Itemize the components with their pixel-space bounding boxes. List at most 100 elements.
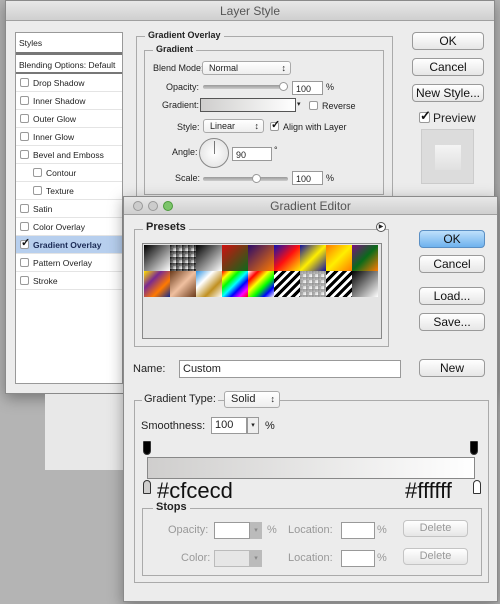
color-location-input[interactable] — [341, 550, 375, 567]
style-checkbox[interactable] — [20, 114, 29, 123]
gradient-swatch[interactable] — [200, 98, 296, 112]
style-item-label: Drop Shadow — [33, 78, 85, 88]
style-checkbox[interactable] — [20, 276, 29, 285]
cancel-button[interactable]: Cancel — [412, 58, 484, 76]
presets-grid — [142, 243, 382, 339]
stop-color-swatch[interactable] — [214, 550, 250, 567]
opacity-stop-right[interactable] — [470, 441, 478, 455]
name-input[interactable]: Custom — [179, 360, 401, 378]
ok-button[interactable]: OK — [419, 230, 485, 248]
delete-opacity-stop-button[interactable]: Delete — [403, 520, 468, 537]
stops-label: Stops — [153, 501, 190, 513]
angle-dial[interactable] — [199, 138, 229, 168]
preset-swatch[interactable] — [222, 271, 248, 297]
color-stop-left[interactable] — [143, 480, 151, 494]
preset-swatch[interactable] — [196, 245, 222, 271]
opacity-slider-knob[interactable] — [279, 82, 288, 91]
style-select[interactable]: Linear — [203, 119, 264, 133]
preset-swatch[interactable] — [248, 245, 274, 271]
preset-swatch[interactable] — [352, 271, 378, 297]
style-checkbox[interactable] — [20, 132, 29, 141]
stops-group: Stops — [142, 501, 482, 576]
style-item-color-overlay[interactable]: Color Overlay — [16, 218, 122, 236]
opacity-input[interactable]: 100 — [292, 81, 323, 95]
gradient-dropdown-icon[interactable]: ▾ — [297, 100, 301, 108]
style-checkbox[interactable] — [20, 150, 29, 159]
preset-swatch[interactable] — [300, 271, 326, 297]
new-style-button[interactable]: New Style... — [412, 84, 484, 102]
style-item-label: Stroke — [33, 276, 58, 286]
style-item-gradient-overlay[interactable]: ✓ Gradient Overlay — [16, 236, 122, 254]
style-item-pattern-overlay[interactable]: Pattern Overlay — [16, 254, 122, 272]
stop-opacity-input[interactable] — [214, 522, 250, 539]
reverse-checkbox[interactable] — [309, 101, 318, 110]
smoothness-dropdown-icon[interactable]: ▾ — [247, 417, 259, 434]
name-label: Name: — [133, 363, 166, 375]
delete-color-stop-button[interactable]: Delete — [403, 548, 468, 565]
style-checkbox[interactable] — [33, 186, 42, 195]
scale-slider[interactable] — [203, 174, 288, 183]
zoom-window-button[interactable] — [163, 201, 173, 211]
style-checkbox[interactable] — [20, 78, 29, 87]
stop-opacity-dropdown-icon[interactable]: ▾ — [250, 522, 262, 539]
style-item-outer-glow[interactable]: Outer Glow — [16, 110, 122, 128]
color-stop-right[interactable] — [473, 480, 481, 494]
preset-swatch[interactable] — [248, 271, 274, 297]
style-item-inner-shadow[interactable]: Inner Shadow — [16, 92, 122, 110]
preset-swatch[interactable] — [300, 245, 326, 271]
style-item-stroke[interactable]: Stroke — [16, 272, 122, 290]
checkmark-icon: ✓ — [420, 108, 431, 123]
preset-swatch[interactable] — [326, 245, 352, 271]
smoothness-input[interactable]: 100 — [211, 417, 247, 434]
opacity-location-input[interactable] — [341, 522, 375, 539]
style-checkbox[interactable] — [20, 258, 29, 267]
styles-header[interactable]: Styles — [16, 33, 122, 55]
gradient-label: Gradient: — [162, 100, 200, 110]
preset-swatch[interactable] — [222, 245, 248, 271]
style-item-bevel-and-emboss[interactable]: Bevel and Emboss — [16, 146, 122, 164]
scale-input[interactable]: 100 — [292, 171, 323, 185]
cancel-button[interactable]: Cancel — [419, 255, 485, 273]
opacity-stop-left[interactable] — [143, 441, 151, 455]
style-item-inner-glow[interactable]: Inner Glow — [16, 128, 122, 146]
style-item-texture[interactable]: Texture — [16, 182, 122, 200]
new-button[interactable]: New — [419, 359, 485, 377]
opacity-slider[interactable] — [203, 82, 288, 91]
load-button[interactable]: Load... — [419, 287, 485, 305]
style-checkbox[interactable]: ✓ — [20, 238, 30, 249]
style-checkbox[interactable] — [33, 168, 42, 177]
style-item-drop-shadow[interactable]: Drop Shadow — [16, 74, 122, 92]
style-item-satin[interactable]: Satin — [16, 200, 122, 218]
style-checkbox[interactable] — [20, 222, 29, 231]
blend-mode-select[interactable]: Normal — [202, 61, 291, 75]
preset-swatch[interactable] — [352, 245, 378, 271]
angle-input[interactable]: 90 — [232, 147, 272, 161]
preset-swatch[interactable] — [196, 271, 222, 297]
background-panel — [45, 394, 125, 470]
preset-swatch[interactable] — [170, 271, 196, 297]
presets-menu-icon[interactable]: ▶ — [376, 222, 386, 232]
stop-color-dropdown-icon[interactable]: ▾ — [250, 550, 262, 567]
gradient-type-select[interactable]: Solid — [224, 391, 280, 408]
close-window-button[interactable] — [133, 201, 143, 211]
align-checkbox[interactable]: ✓ — [270, 119, 281, 131]
preset-swatch[interactable] — [274, 271, 300, 297]
stop-color-label: Color: — [181, 552, 211, 564]
blending-options-item[interactable]: Blending Options: Default — [16, 56, 122, 74]
style-checkbox[interactable] — [20, 96, 29, 105]
preset-swatch[interactable] — [170, 245, 196, 271]
style-checkbox[interactable] — [20, 204, 29, 213]
preset-swatch[interactable] — [274, 245, 300, 271]
checkmark-icon: ✓ — [271, 119, 281, 131]
preview-checkbox[interactable]: ✓ — [419, 108, 431, 123]
style-item-contour[interactable]: Contour — [16, 164, 122, 182]
preset-swatch[interactable] — [144, 271, 170, 297]
save-button[interactable]: Save... — [419, 313, 485, 331]
style-label: Style: — [177, 122, 200, 132]
smoothness-label: Smoothness: — [141, 420, 206, 432]
preset-swatch[interactable] — [144, 245, 170, 271]
preset-swatch[interactable] — [326, 271, 352, 297]
ok-button[interactable]: OK — [412, 32, 484, 50]
gradient-bar[interactable] — [147, 457, 475, 479]
minimize-window-button[interactable] — [148, 201, 158, 211]
